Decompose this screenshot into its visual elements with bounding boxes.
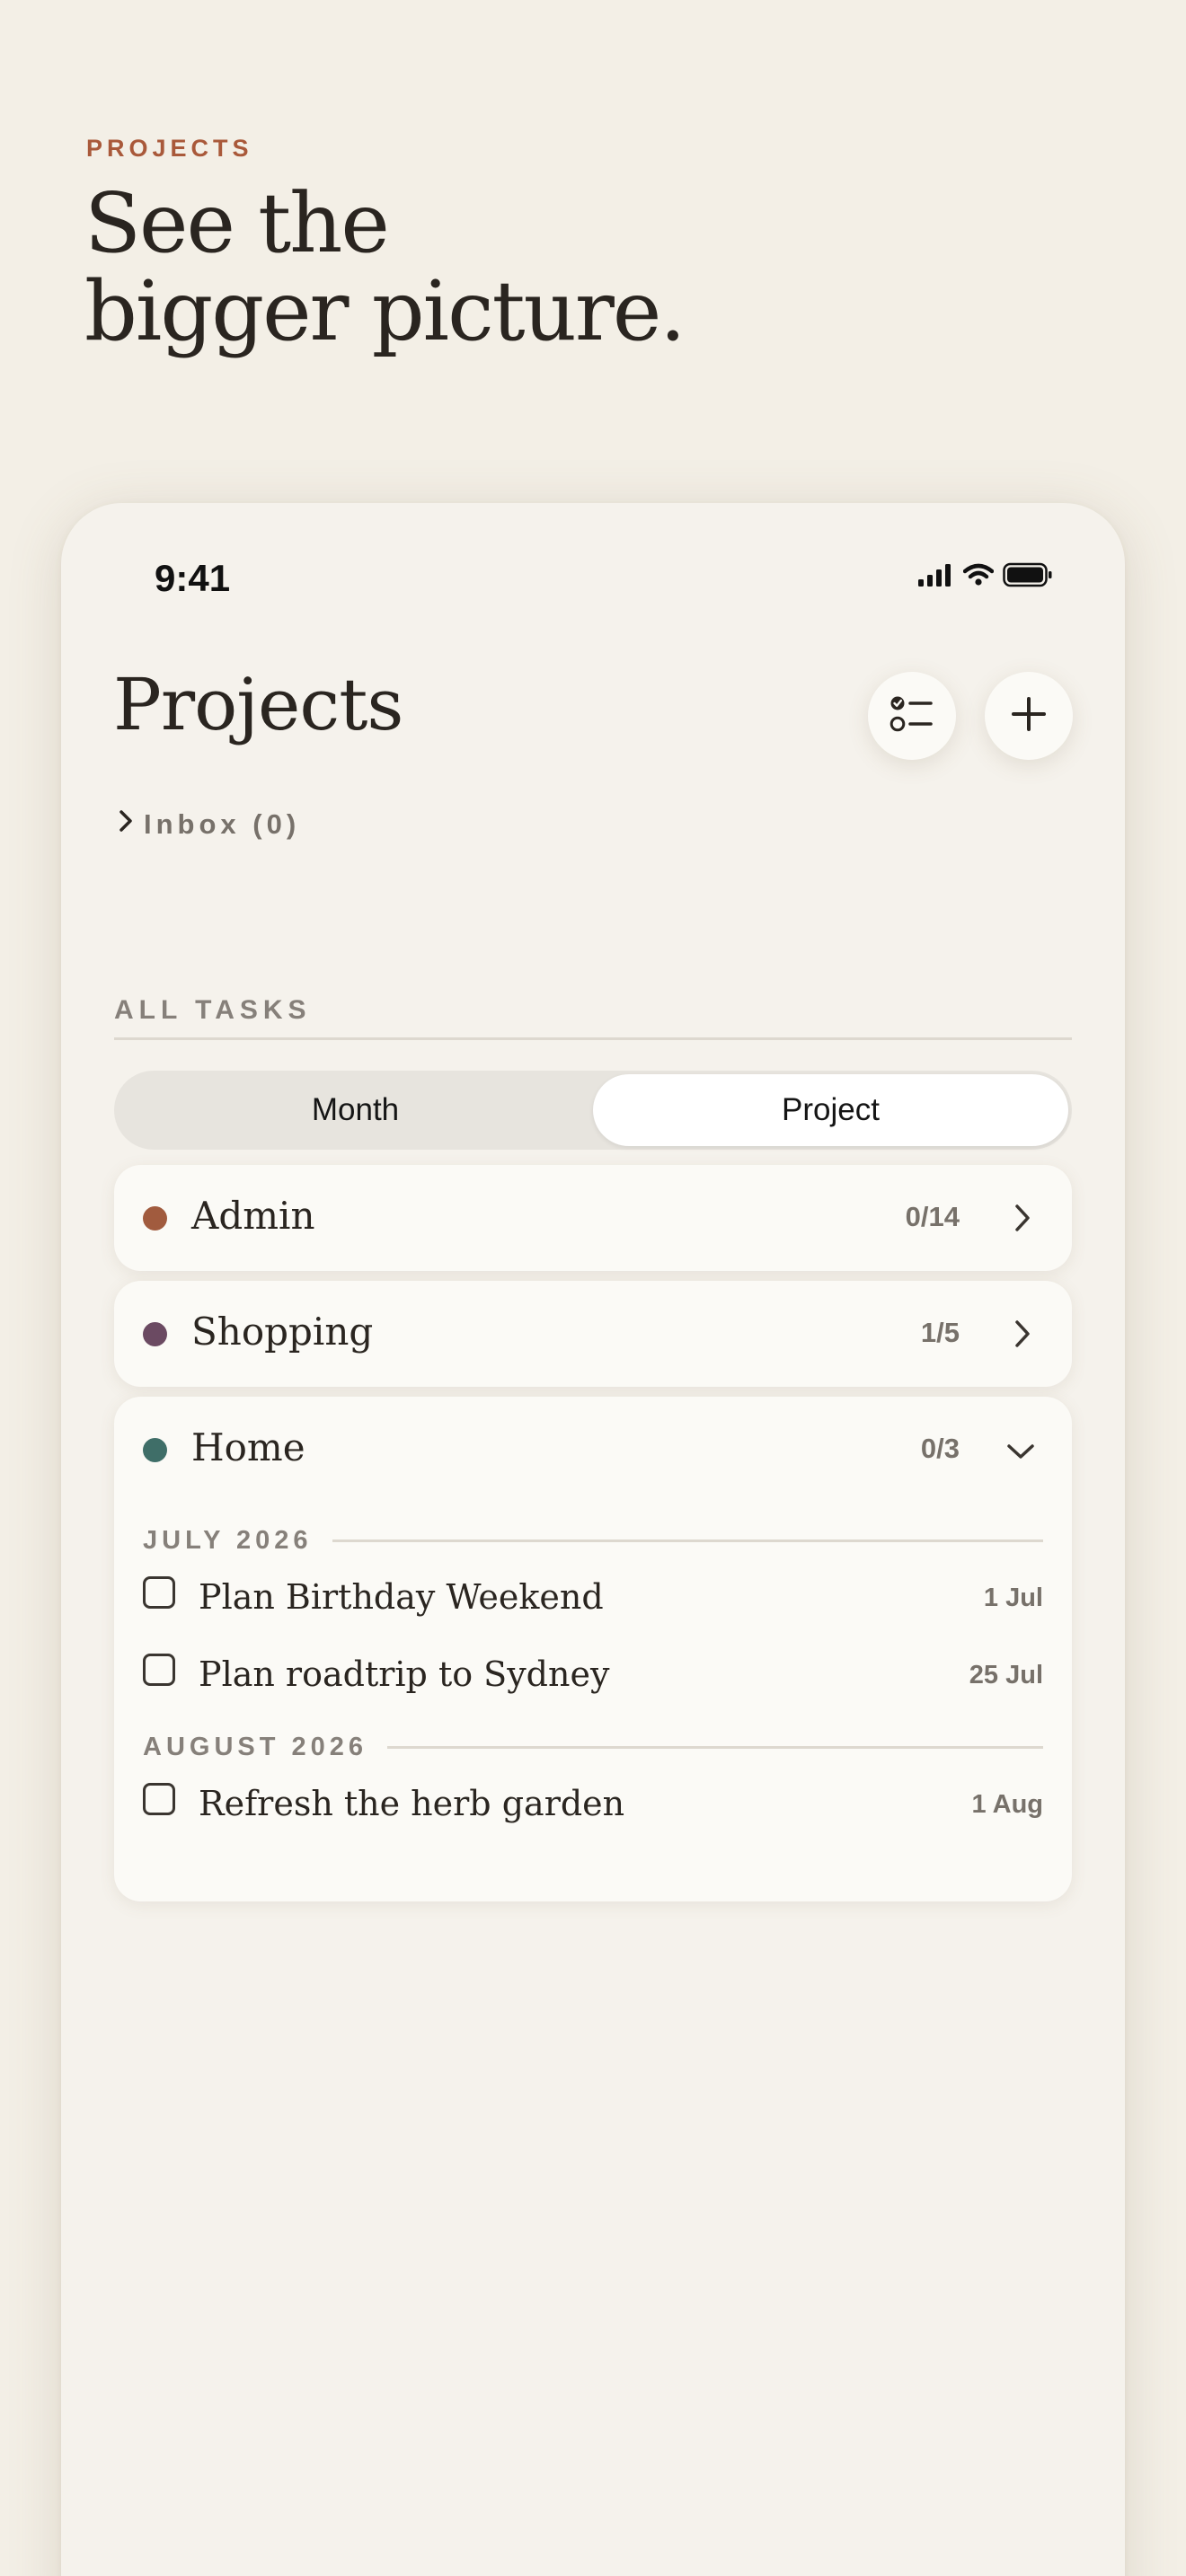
task-due-date: 1 Aug	[971, 1790, 1043, 1819]
project-task-count: 1/5	[920, 1317, 960, 1348]
segment-project[interactable]: Project	[593, 1074, 1068, 1146]
checklist-icon	[890, 693, 934, 739]
section-label-all-tasks: ALL TASKS	[114, 995, 312, 1025]
project-header[interactable]: Shopping 1/5	[114, 1281, 1072, 1387]
chevron-right-icon	[1013, 1203, 1032, 1238]
project-task-count: 0/3	[920, 1433, 960, 1464]
task-checkbox[interactable]	[143, 1654, 175, 1686]
project-name: Home	[191, 1425, 305, 1469]
task-row[interactable]: Plan Birthday Weekend 1 Jul	[143, 1558, 1043, 1636]
checklist-button[interactable]	[868, 672, 956, 760]
month-label: JULY 2026	[143, 1525, 313, 1555]
chevron-right-icon	[117, 808, 135, 841]
task-checkbox[interactable]	[143, 1783, 175, 1815]
view-segmented-control: Month Project	[114, 1071, 1072, 1150]
task-due-date: 1 Jul	[983, 1584, 1043, 1612]
hero-eyebrow: PROJECTS	[86, 135, 253, 162]
task-row[interactable]: Plan roadtrip to Sydney 25 Jul	[143, 1636, 1043, 1713]
status-icons	[918, 562, 1053, 587]
project-color-dot	[143, 1322, 167, 1346]
project-name: Shopping	[191, 1310, 374, 1354]
add-project-button[interactable]	[985, 672, 1073, 760]
segment-month[interactable]: Month	[118, 1074, 593, 1146]
inbox-label: Inbox (0)	[144, 808, 301, 840]
plus-icon	[1011, 696, 1047, 737]
task-row[interactable]: Refresh the herb garden 1 Aug	[143, 1765, 1043, 1842]
task-title: Plan roadtrip to Sydney	[199, 1654, 610, 1694]
wifi-icon	[963, 563, 994, 587]
project-name: Admin	[191, 1194, 315, 1238]
status-bar: 9:41	[61, 503, 1125, 638]
inbox-toggle[interactable]: Inbox (0)	[117, 808, 300, 841]
status-time: 9:41	[155, 557, 231, 599]
hero-headline: See the bigger picture.	[84, 180, 1073, 356]
month-group-header: AUGUST 2026	[143, 1729, 1043, 1765]
project-card-admin[interactable]: Admin 0/14	[114, 1165, 1072, 1271]
project-color-dot	[143, 1438, 167, 1462]
battery-icon	[1003, 562, 1053, 587]
project-color-dot	[143, 1206, 167, 1231]
task-title: Plan Birthday Weekend	[199, 1577, 604, 1617]
chevron-right-icon	[1013, 1319, 1032, 1354]
chevron-down-icon	[1005, 1442, 1036, 1466]
task-title: Refresh the herb garden	[199, 1784, 625, 1823]
task-due-date: 25 Jul	[969, 1661, 1043, 1689]
project-card-home: Home 0/3 JULY 2026 Plan Birthday Weekend…	[114, 1397, 1072, 1901]
project-header[interactable]: Home 0/3	[114, 1397, 1072, 1503]
cellular-signal-icon	[918, 563, 954, 587]
project-card-shopping[interactable]: Shopping 1/5	[114, 1281, 1072, 1387]
project-task-count: 0/14	[905, 1201, 960, 1232]
hero-headline-line-1: See the	[84, 175, 390, 271]
task-checkbox[interactable]	[143, 1576, 175, 1609]
page-title: Projects	[113, 663, 403, 746]
phone-frame: 9:41 Projects Inbox (0) ALL TASKS Month …	[61, 503, 1125, 2576]
month-divider	[332, 1539, 1043, 1542]
section-divider	[114, 1037, 1072, 1040]
month-group-header: JULY 2026	[143, 1522, 1043, 1558]
project-header[interactable]: Admin 0/14	[114, 1165, 1072, 1271]
month-label: AUGUST 2026	[143, 1732, 368, 1761]
hero-headline-line-2: bigger picture.	[84, 263, 686, 359]
month-divider	[387, 1745, 1043, 1749]
